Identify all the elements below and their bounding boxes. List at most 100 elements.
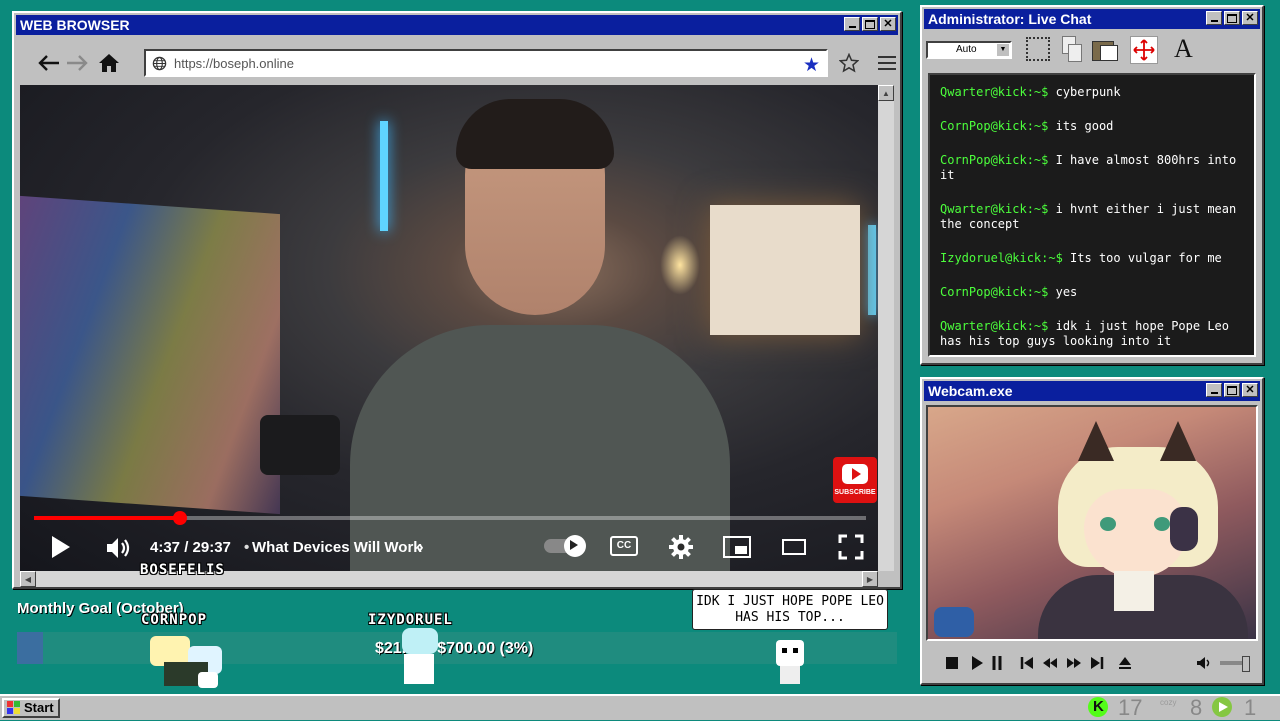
font-select[interactable]: Auto ▼ xyxy=(926,41,1012,59)
video-progress-fill xyxy=(34,516,180,520)
rumble-count: 1 xyxy=(1244,695,1257,720)
chat-text: Its too vulgar for me xyxy=(1062,251,1222,265)
chapter-separator: • xyxy=(244,539,250,556)
kick-icon[interactable]: K xyxy=(1088,697,1108,717)
volume-slider[interactable] xyxy=(1220,656,1250,672)
forward-icon[interactable] xyxy=(64,51,90,75)
copy-icon[interactable] xyxy=(1062,36,1082,62)
video-chapter[interactable]: What Devices Will Work xyxy=(252,539,422,556)
minimize-button[interactable] xyxy=(1206,383,1222,397)
volume-icon[interactable] xyxy=(1196,656,1212,673)
scroll-up-icon[interactable]: ▲ xyxy=(878,85,894,101)
chat-titlebar[interactable]: Administrator: Live Chat ✕ xyxy=(924,9,1260,29)
scroll-right-icon[interactable]: ▶ xyxy=(862,571,878,587)
skip-back-icon[interactable] xyxy=(1020,656,1034,673)
neon-light xyxy=(380,121,388,231)
minimize-button[interactable] xyxy=(1206,11,1222,25)
video-progress-handle[interactable] xyxy=(172,511,187,525)
theater-mode-icon[interactable] xyxy=(782,539,806,555)
maximize-button[interactable] xyxy=(862,17,878,31)
autoplay-toggle[interactable] xyxy=(544,535,586,557)
paste-icon[interactable] xyxy=(1092,37,1118,61)
eject-icon[interactable] xyxy=(1118,656,1132,673)
move-icon[interactable] xyxy=(1130,36,1158,64)
rumble-icon[interactable] xyxy=(1212,697,1232,717)
avatar-eye xyxy=(1154,517,1170,531)
browser-toolbar: https://boseph.online ★ xyxy=(20,45,896,85)
menu-icon[interactable] xyxy=(874,51,900,75)
chat-message: Qwarter@kick:~$ i hvnt either i just mea… xyxy=(940,202,1246,232)
tray-count: 8 xyxy=(1190,695,1203,720)
chat-username[interactable]: CornPop@kick:~$ xyxy=(940,153,1048,167)
webcam-titlebar[interactable]: Webcam.exe ✕ xyxy=(924,381,1260,401)
taskbar: Start K 17 cozy 8 1 xyxy=(0,694,1280,720)
home-icon[interactable] xyxy=(96,51,122,75)
volume-icon[interactable] xyxy=(106,537,132,564)
sprite-cornpop xyxy=(140,632,232,688)
chat-text: yes xyxy=(1048,285,1078,299)
autoplay-triangle-icon xyxy=(570,540,578,550)
neon-light xyxy=(868,225,876,315)
video-player[interactable]: SUBSCRIBE 4:37 / 29:37 • What Devices Wi… xyxy=(20,85,880,571)
kick-count: 17 xyxy=(1118,695,1143,720)
chat-log[interactable]: Qwarter@kick:~$ cyberpunk CornPop@kick:~$… xyxy=(928,73,1256,357)
fast-forward-icon[interactable] xyxy=(1066,656,1082,673)
font-icon[interactable]: A xyxy=(1174,34,1193,64)
start-button[interactable]: Start xyxy=(2,698,60,718)
live-chat-window: Administrator: Live Chat ✕ Auto ▼ A Qwar… xyxy=(920,5,1264,365)
play-icon[interactable] xyxy=(972,656,983,670)
skip-forward-icon[interactable] xyxy=(1090,656,1104,673)
chat-username[interactable]: Izydoruel@kick:~$ xyxy=(940,251,1063,265)
sprite-izydoruel xyxy=(394,628,446,688)
chat-username[interactable]: CornPop@kick:~$ xyxy=(940,119,1048,133)
chat-message: Izydoruel@kick:~$ Its too vulgar for me xyxy=(940,251,1246,266)
chat-message: CornPop@kick:~$ yes xyxy=(940,285,1246,300)
back-icon[interactable] xyxy=(36,51,62,75)
start-label: Start xyxy=(24,700,54,715)
player-name-cornpop: CORNPOP xyxy=(141,612,208,628)
pause-icon[interactable] xyxy=(992,656,1002,673)
chat-username[interactable]: Qwarter@kick:~$ xyxy=(940,319,1048,333)
settings-gear-icon[interactable] xyxy=(668,534,694,565)
close-button[interactable]: ✕ xyxy=(1242,383,1258,397)
fullscreen-icon[interactable] xyxy=(838,534,864,565)
subscribe-badge[interactable]: SUBSCRIBE xyxy=(833,457,877,503)
speech-text: IDK I JUST HOPE POPE LEO HAS HIS TOP... xyxy=(696,594,884,625)
chat-message: CornPop@kick:~$ its good xyxy=(940,119,1246,134)
miniplayer-icon[interactable] xyxy=(723,536,751,558)
minimize-button[interactable] xyxy=(844,17,860,31)
chat-username[interactable]: Qwarter@kick:~$ xyxy=(940,85,1048,99)
select-icon[interactable] xyxy=(1026,37,1050,61)
chat-message: CornPop@kick:~$ I have almost 800hrs int… xyxy=(940,153,1246,183)
play-button[interactable] xyxy=(52,536,70,558)
webcam-feed xyxy=(926,405,1258,641)
address-bar[interactable]: https://boseph.online ★ xyxy=(144,49,828,77)
lamp-glow xyxy=(660,235,700,295)
maximize-button[interactable] xyxy=(1224,383,1240,397)
video-progress-track[interactable] xyxy=(34,511,866,525)
tray-small-label: cozy xyxy=(1160,698,1177,707)
close-button[interactable]: ✕ xyxy=(880,17,896,31)
chat-toolbar: Auto ▼ A xyxy=(926,33,1258,69)
chapter-chevron-icon[interactable]: › xyxy=(418,537,424,557)
scroll-left-icon[interactable]: ◀ xyxy=(20,571,36,587)
url-text: https://boseph.online xyxy=(174,56,294,71)
speech-bubble: IDK I JUST HOPE POPE LEO HAS HIS TOP... xyxy=(692,589,888,630)
sprite-skull xyxy=(772,640,808,688)
avatar-ear-left xyxy=(1078,421,1114,461)
rewind-icon[interactable] xyxy=(1042,656,1058,673)
favorites-icon[interactable] xyxy=(836,51,862,75)
bookmark-star-icon[interactable]: ★ xyxy=(803,54,820,77)
chat-username[interactable]: Qwarter@kick:~$ xyxy=(940,202,1048,216)
windows-logo-icon xyxy=(7,701,21,719)
browser-titlebar[interactable]: WEB BROWSER ✕ xyxy=(16,15,898,35)
chat-title: Administrator: Live Chat xyxy=(928,11,1092,27)
chat-username[interactable]: CornPop@kick:~$ xyxy=(940,285,1048,299)
captions-button[interactable]: CC xyxy=(610,536,638,556)
close-button[interactable]: ✕ xyxy=(1242,11,1258,25)
stop-icon[interactable] xyxy=(946,657,958,669)
vertical-scrollbar[interactable]: ▲ xyxy=(878,85,894,571)
camera-prop xyxy=(260,415,340,475)
mug xyxy=(934,607,974,637)
maximize-button[interactable] xyxy=(1224,11,1240,25)
